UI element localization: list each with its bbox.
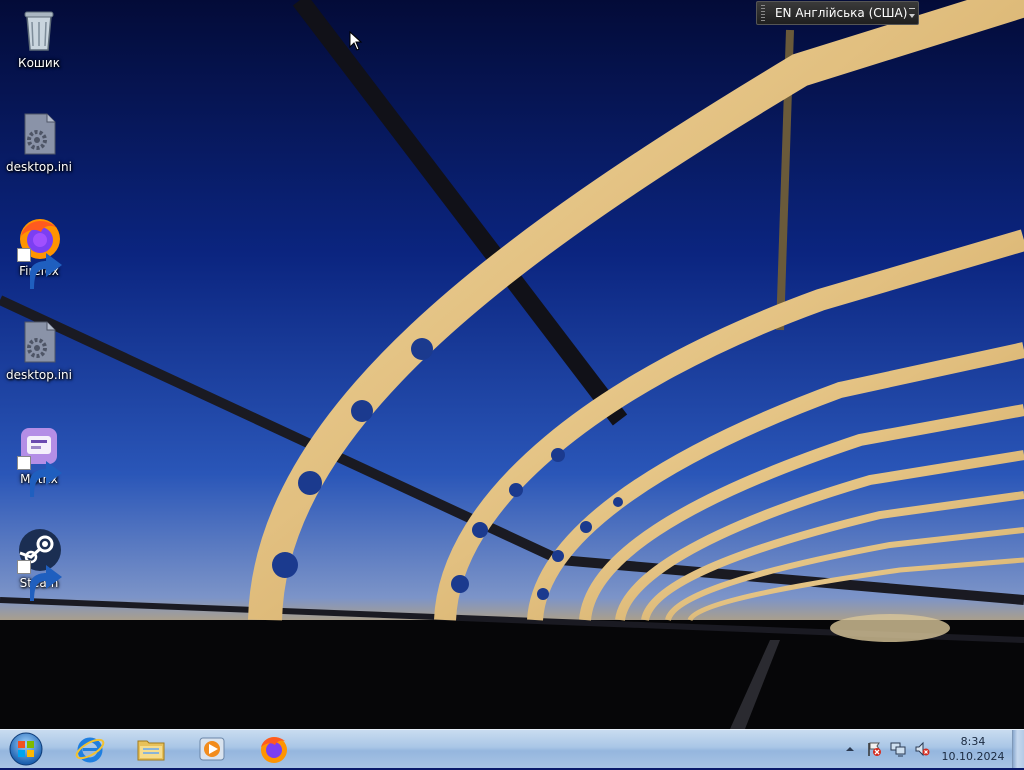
- show-hidden-icons-button[interactable]: [841, 740, 859, 758]
- action-center-flag-icon: [868, 742, 881, 756]
- steam-icon: [15, 526, 63, 601]
- desktop-icon-label: desktop.ini: [6, 160, 72, 174]
- language-bar-options-icon[interactable]: [907, 5, 915, 21]
- internet-explorer-icon: [75, 737, 105, 763]
- taskbar-firefox[interactable]: [248, 731, 300, 767]
- desktop-icon-desktop-ini-1[interactable]: desktop.ini: [4, 106, 74, 190]
- language-indicator[interactable]: EN Англійська (США): [775, 6, 907, 20]
- media-player-icon: [199, 737, 225, 761]
- windows-start-icon: [9, 732, 43, 766]
- volume-button[interactable]: [913, 740, 931, 758]
- settings-file-icon: [15, 318, 63, 366]
- start-button[interactable]: [6, 731, 46, 767]
- taskbar-media-player[interactable]: [186, 731, 238, 767]
- firefox-icon: [261, 737, 287, 763]
- motrix-icon: [15, 422, 63, 497]
- desktop-icon-label: Кошик: [18, 56, 60, 70]
- clock[interactable]: 8:34 10.10.2024: [940, 734, 1006, 764]
- action-center-button[interactable]: [865, 740, 883, 758]
- firefox-icon: [15, 214, 63, 289]
- desktop-icon-desktop-ini-2[interactable]: desktop.ini: [4, 314, 74, 398]
- show-desktop-button[interactable]: [1012, 730, 1024, 768]
- mouse-pointer-icon: [349, 31, 363, 51]
- recycle-bin-icon: [15, 6, 63, 54]
- volume-muted-icon: [915, 741, 930, 757]
- file-explorer-icon: [137, 740, 165, 761]
- clock-date: 10.10.2024: [941, 750, 1005, 763]
- settings-file-icon: [15, 110, 63, 158]
- shortcut-arrow-icon: [17, 248, 62, 289]
- taskbar-internet-explorer[interactable]: [64, 731, 116, 767]
- desktop-icon-label: desktop.ini: [6, 368, 72, 382]
- network-icon: [890, 742, 906, 757]
- language-bar-grip[interactable]: [761, 5, 765, 21]
- shortcut-arrow-icon: [17, 560, 62, 601]
- desktop-wallpaper: [0, 0, 1024, 729]
- desktop-icon-steam[interactable]: Steam: [4, 522, 74, 606]
- desktop-icon-firefox[interactable]: Firefox: [4, 210, 74, 294]
- desktop-icon-motrix[interactable]: Motrix: [4, 418, 74, 502]
- desktop-icon-recycle-bin[interactable]: Кошик: [4, 2, 74, 86]
- system-tray: 8:34 10.10.2024: [838, 730, 1024, 768]
- taskbar: 8:34 10.10.2024: [0, 729, 1024, 768]
- network-button[interactable]: [889, 740, 907, 758]
- shortcut-arrow-icon: [17, 456, 62, 497]
- show-hidden-icons-arrow: [846, 747, 854, 751]
- taskbar-file-explorer[interactable]: [125, 731, 177, 767]
- language-bar[interactable]: EN Англійська (США): [756, 1, 919, 25]
- clock-time: 8:34: [960, 735, 986, 748]
